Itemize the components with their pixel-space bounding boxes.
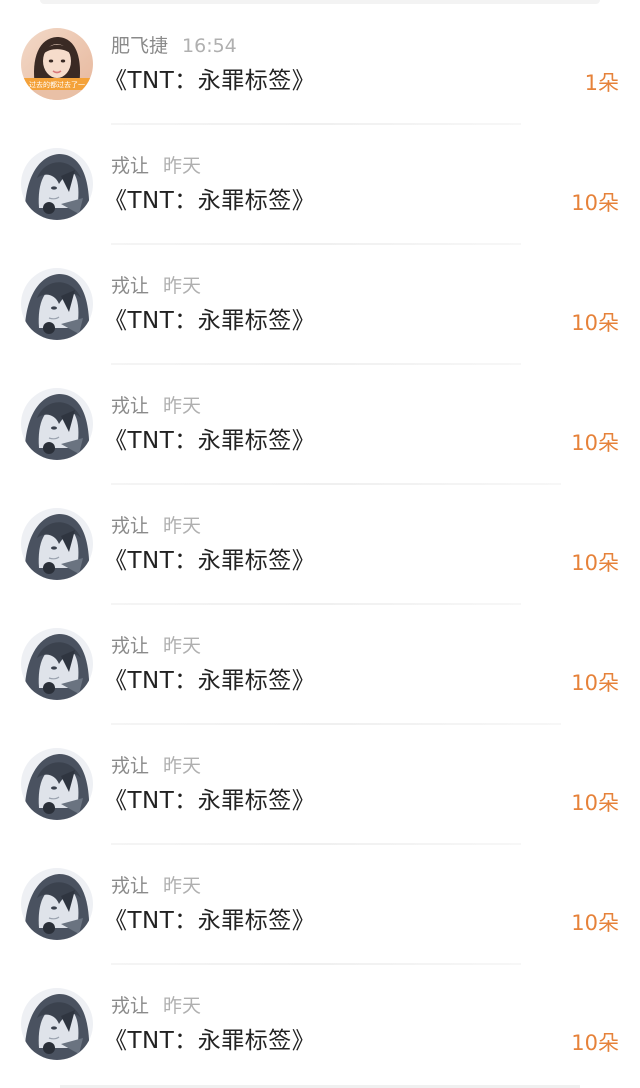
item-meta: 戎让 昨天 [111,392,201,420]
gift-time: 昨天 [163,995,202,1017]
anime-boy-avatar-icon[interactable] [21,388,93,460]
list-item[interactable]: 戎让 昨天 《TNT：永罪标签》 10朵 [0,960,640,1080]
sender-name[interactable]: 肥飞捷 [111,35,168,57]
anime-boy-avatar-icon[interactable] [21,868,93,940]
anime-boy-avatar-icon[interactable] [21,628,93,700]
anime-boy-avatar-icon[interactable] [21,148,93,220]
gift-time: 昨天 [163,515,202,537]
list-item[interactable]: 戎让 昨天 《TNT：永罪标签》 10朵 [0,720,640,845]
item-meta: 戎让 昨天 [111,872,201,900]
item-meta: 戎让 昨天 [111,752,201,780]
item-meta: 戎让 昨天 [111,152,201,180]
gift-time: 16:54 [182,35,237,57]
girl-photo-avatar-icon[interactable]: 过去的都过去了一 [21,28,93,100]
anime-boy-avatar-icon[interactable] [21,988,93,1060]
flower-count: 10朵 [571,191,619,215]
book-title[interactable]: 《TNT：永罪标签》 [104,544,315,578]
gift-time: 昨天 [163,875,202,897]
anime-boy-avatar-icon[interactable] [21,508,93,580]
book-title[interactable]: 《TNT：永罪标签》 [104,664,315,698]
book-title[interactable]: 《TNT：永罪标签》 [104,784,315,818]
flower-count: 1朵 [584,71,619,95]
book-title[interactable]: 《TNT：永罪标签》 [104,64,315,98]
flower-count: 10朵 [571,791,619,815]
flower-count: 10朵 [571,431,619,455]
anime-boy-avatar-icon[interactable] [21,748,93,820]
gift-time: 昨天 [163,395,202,417]
item-meta: 肥飞捷 16:54 [111,32,237,60]
list-item[interactable]: 戎让 昨天 《TNT：永罪标签》 10朵 [0,120,640,245]
flower-count: 10朵 [571,1031,619,1055]
sender-name[interactable]: 戎让 [111,155,149,177]
flower-count: 10朵 [571,311,619,335]
sender-name[interactable]: 戎让 [111,995,149,1017]
gift-time: 昨天 [163,635,202,657]
sender-name[interactable]: 戎让 [111,635,149,657]
list-item[interactable]: 戎让 昨天 《TNT：永罪标签》 10朵 [0,480,640,605]
list-item[interactable]: 戎让 昨天 《TNT：永罪标签》 10朵 [0,600,640,725]
sender-name[interactable]: 戎让 [111,515,149,537]
sender-name[interactable]: 戎让 [111,755,149,777]
book-title[interactable]: 《TNT：永罪标签》 [104,184,315,218]
book-title[interactable]: 《TNT：永罪标签》 [104,1024,315,1058]
item-meta: 戎让 昨天 [111,272,201,300]
flower-count: 10朵 [571,911,619,935]
list-item[interactable]: 戎让 昨天 《TNT：永罪标签》 10朵 [0,840,640,965]
sender-name[interactable]: 戎让 [111,395,149,417]
gift-list-page: 过去的都过去了一 肥飞捷 16:54 《TNT：永罪标签》 1朵 戎让 昨天 《… [0,0,640,1088]
list-item[interactable]: 过去的都过去了一 肥飞捷 16:54 《TNT：永罪标签》 1朵 [0,0,640,125]
gift-time: 昨天 [163,155,202,177]
sender-name[interactable]: 戎让 [111,875,149,897]
item-meta: 戎让 昨天 [111,632,201,660]
list-item[interactable]: 戎让 昨天 《TNT：永罪标签》 10朵 [0,360,640,485]
book-title[interactable]: 《TNT：永罪标签》 [104,904,315,938]
gift-time: 昨天 [163,755,202,777]
sender-name[interactable]: 戎让 [111,275,149,297]
item-meta: 戎让 昨天 [111,512,201,540]
flower-count: 10朵 [571,551,619,575]
anime-boy-avatar-icon[interactable] [21,268,93,340]
book-title[interactable]: 《TNT：永罪标签》 [104,304,315,338]
book-title[interactable]: 《TNT：永罪标签》 [104,424,315,458]
flower-count: 10朵 [571,671,619,695]
gift-time: 昨天 [163,275,202,297]
item-meta: 戎让 昨天 [111,992,201,1020]
avatar-caption: 过去的都过去了一 [29,80,85,89]
list-item[interactable]: 戎让 昨天 《TNT：永罪标签》 10朵 [0,240,640,365]
